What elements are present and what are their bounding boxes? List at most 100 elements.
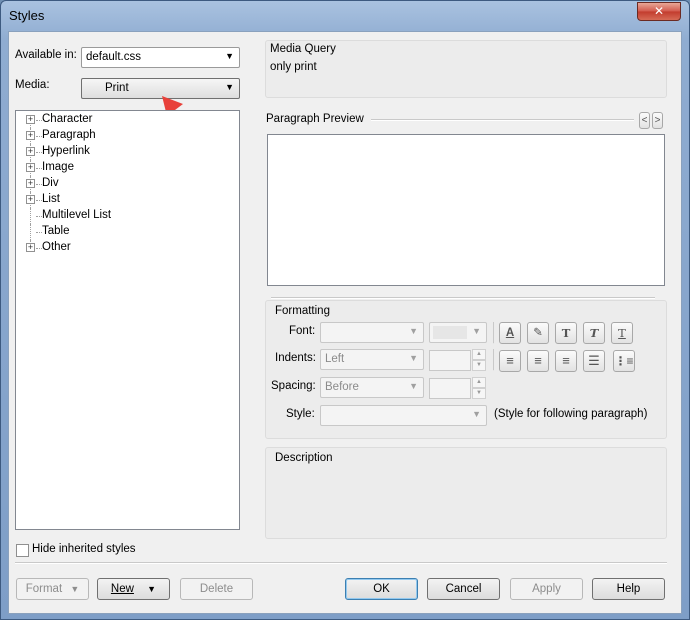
window-title: Styles — [9, 8, 45, 23]
cancel-button[interactable]: Cancel — [427, 578, 500, 600]
preview-previous-button[interactable]: < — [639, 112, 650, 129]
indents-dropdown[interactable]: Left ▼ — [320, 349, 424, 370]
style-label: Style: — [286, 408, 315, 420]
following-style-dropdown[interactable]: ▼ — [320, 405, 487, 426]
media-value: Print — [105, 82, 129, 94]
new-menu-button[interactable]: New ▼ — [97, 578, 170, 600]
chevron-down-icon: ▼ — [472, 409, 481, 419]
tree-item-other[interactable]: + Other — [24, 240, 224, 256]
tree-item-paragraph[interactable]: + Paragraph — [24, 128, 224, 144]
description-title: Description — [275, 452, 333, 464]
tree-item-label: Hyperlink — [42, 145, 90, 157]
font-label: Font: — [289, 325, 316, 337]
align-center-icon: ≡ — [534, 353, 542, 368]
tree-item-label: Div — [42, 177, 59, 189]
indents-value: Left — [325, 353, 345, 365]
bottom-divider — [15, 562, 667, 564]
italic-button[interactable]: T — [583, 322, 605, 344]
indents-spinner[interactable]: ▲ ▼ — [472, 349, 486, 371]
expand-icon[interactable]: + — [26, 163, 35, 172]
help-button[interactable]: Help — [592, 578, 665, 600]
tree-item-label: Multilevel List — [42, 209, 112, 221]
tree-item-label: Character — [42, 113, 93, 125]
highlight-button[interactable]: ✎ — [527, 322, 549, 344]
bold-button[interactable]: T — [555, 322, 577, 344]
preview-divider — [371, 119, 634, 121]
underline-button[interactable]: T — [611, 322, 633, 344]
chevron-down-icon: ▼ — [409, 381, 418, 391]
style-category-tree[interactable]: + Character + Paragraph + Hyperlink + Image + Div… — [15, 110, 240, 530]
available-in-value: default.css — [86, 51, 141, 63]
tree-item-list[interactable]: + List — [24, 192, 224, 208]
title-bar[interactable]: Styles ✕ — [1, 1, 689, 31]
tree-item-hyperlink[interactable]: + Hyperlink — [24, 144, 224, 160]
ok-button[interactable]: OK — [345, 578, 418, 600]
indents-label: Indents: — [275, 352, 316, 364]
align-left-icon: ≡ — [506, 353, 514, 368]
tree-item-div[interactable]: + Div — [24, 176, 224, 192]
media-query-title: Media Query — [270, 43, 336, 55]
spin-down-icon[interactable]: ▼ — [472, 360, 486, 371]
bullet-list-icon: ⋮≡ — [614, 354, 634, 368]
hide-inherited-checkbox[interactable] — [16, 544, 29, 557]
media-query-value: only print — [270, 61, 317, 73]
tree-item-multilevel-list[interactable]: Multilevel List — [24, 208, 224, 224]
expand-icon[interactable]: + — [26, 179, 35, 188]
expand-icon[interactable]: + — [26, 147, 35, 156]
apply-button[interactable]: Apply — [510, 578, 583, 600]
expand-icon[interactable]: + — [26, 131, 35, 140]
description-group: Description — [265, 447, 667, 539]
justify-icon: ☰ — [588, 353, 600, 368]
styles-dialog-window: Styles ✕ Available in: default.css ▼ Med… — [0, 0, 690, 620]
tree-item-label: Other — [42, 241, 71, 253]
underline-icon: T — [618, 326, 626, 340]
font-family-dropdown[interactable]: ▼ — [320, 322, 424, 343]
media-query-group: Media Query only print — [265, 40, 667, 98]
close-button[interactable]: ✕ — [637, 2, 681, 21]
chevron-down-icon: ▼ — [147, 584, 157, 594]
align-center-button[interactable]: ≡ — [527, 350, 549, 372]
formatting-group: Formatting Font: ▼ ▼ A ✎ T T T Indents: … — [265, 300, 667, 439]
formatting-divider — [271, 297, 655, 299]
align-left-button[interactable]: ≡ — [499, 350, 521, 372]
spacing-dropdown[interactable]: Before ▼ — [320, 377, 424, 398]
preview-next-button[interactable]: > — [652, 112, 663, 129]
tree-connector — [30, 224, 31, 240]
chevron-down-icon: ▼ — [472, 326, 481, 336]
hide-inherited-label: Hide inherited styles — [32, 543, 136, 555]
available-in-dropdown[interactable]: default.css ▼ — [81, 47, 240, 68]
expand-icon[interactable]: + — [26, 115, 35, 124]
font-divider — [493, 322, 494, 344]
expand-icon[interactable]: + — [26, 243, 35, 252]
bullet-list-button[interactable]: ⋮≡ — [613, 350, 635, 372]
delete-button[interactable]: Delete — [180, 578, 253, 600]
chevron-down-icon: ▼ — [225, 51, 234, 61]
highlighter-icon: ✎ — [533, 327, 543, 339]
available-in-label: Available in: — [15, 49, 77, 61]
media-label: Media: — [15, 79, 50, 91]
dialog-client-area: Available in: default.css ▼ Media: Print… — [8, 31, 682, 614]
spin-up-icon[interactable]: ▲ — [472, 349, 486, 360]
tree-item-table[interactable]: Table — [24, 224, 224, 240]
tree-item-image[interactable]: + Image — [24, 160, 224, 176]
expand-icon[interactable]: + — [26, 195, 35, 204]
bold-icon: T — [561, 326, 571, 340]
chevron-down-icon: ▼ — [225, 82, 234, 92]
spin-up-icon[interactable]: ▲ — [472, 377, 486, 388]
indents-amount-input[interactable] — [429, 350, 471, 371]
font-size-dropdown[interactable]: ▼ — [429, 322, 487, 343]
spacing-amount-input[interactable] — [429, 378, 471, 399]
spacing-spinner[interactable]: ▲ ▼ — [472, 377, 486, 399]
align-right-button[interactable]: ≡ — [555, 350, 577, 372]
font-color-button[interactable]: A — [499, 322, 521, 344]
tree-connector — [30, 208, 31, 224]
align-right-icon: ≡ — [562, 353, 570, 368]
spin-down-icon[interactable]: ▼ — [472, 388, 486, 399]
justify-button[interactable]: ☰ — [583, 350, 605, 372]
spacing-value: Before — [325, 381, 359, 393]
new-button-label: New — [110, 583, 134, 595]
format-button-label: Format — [25, 583, 63, 595]
tree-item-label: Paragraph — [42, 129, 96, 141]
format-menu-button[interactable]: Format ▼ — [16, 578, 89, 600]
tree-item-character[interactable]: + Character — [24, 112, 224, 136]
